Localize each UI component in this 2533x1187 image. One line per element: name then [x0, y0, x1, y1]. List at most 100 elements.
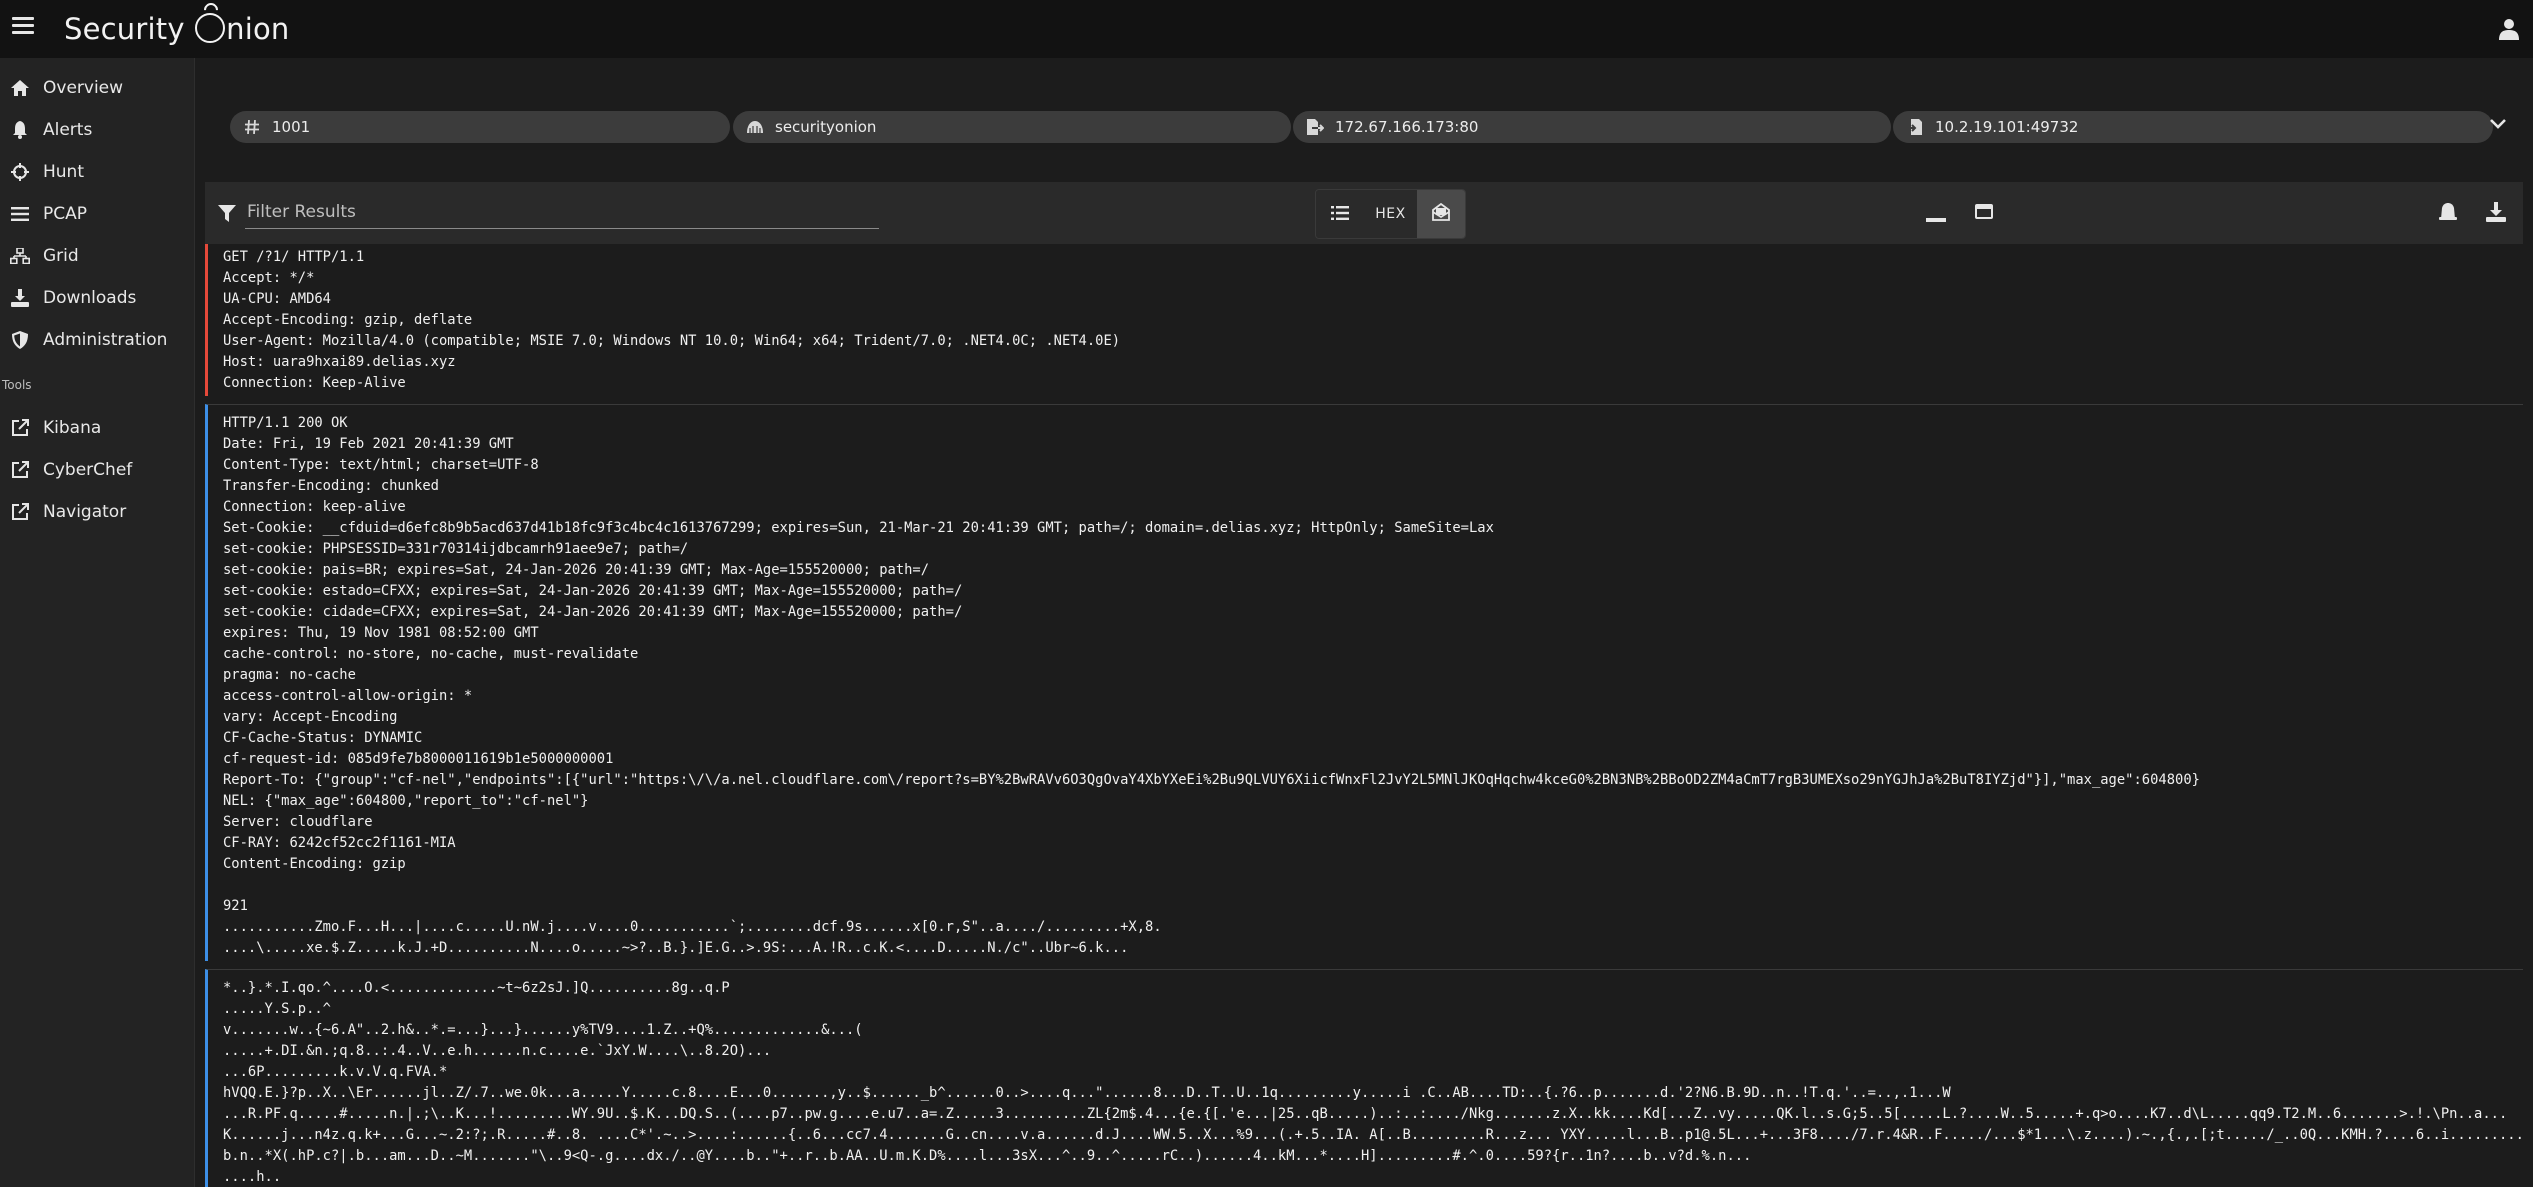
sidebar-item-label: Navigator [43, 502, 127, 522]
hex-view-button[interactable]: HEX [1364, 190, 1417, 238]
transcript-line: Report-To: {"group":"cf-nel","endpoints"… [223, 772, 2200, 788]
crosshairs-icon [9, 161, 31, 183]
sidebar-item-grid[interactable]: Grid [0, 235, 194, 277]
transcript-line: Content-Encoding: gzip [223, 856, 406, 872]
transcript-line: 921 [223, 898, 248, 914]
transcript-line: *..}.*.I.qo.^....O.<.............~t~6z2s… [223, 980, 730, 996]
transcript-line: ...R.PF.q.....#.....n.|.;\..K...!.......… [223, 1106, 2508, 1122]
transcript-line: UA-CPU: AMD64 [223, 291, 331, 307]
transcript-line: K......j...n4z.q.k+...G...~.2:?;.R.....#… [223, 1127, 2523, 1143]
tools-section-label: Tools [2, 378, 32, 392]
sitemap-icon [9, 245, 31, 267]
response-block: HTTP/1.1 200 OK Date: Fri, 19 Feb 2021 20… [205, 404, 2523, 961]
sensor-icon [745, 117, 765, 137]
sidebar-item-administration[interactable]: Administration [0, 319, 194, 361]
sidebar-item-label: Kibana [43, 418, 102, 438]
sidebar-item-label: Administration [43, 330, 168, 350]
pcap-toolbar: HEX [205, 182, 2523, 244]
transcript-line: HTTP/1.1 200 OK [223, 415, 348, 431]
transcript-line: ...6P.........k.v.V.q.FVA.* [223, 1064, 448, 1080]
transcript-line: Accept-Encoding: gzip, deflate [223, 312, 473, 328]
transcript-line: v.......w..{~6.A"..2.h&..*.=...}...}....… [223, 1022, 863, 1038]
transcript-line: b.n..*X(.hP.c?|.b...am...D..~M......."\.… [223, 1148, 1752, 1164]
transcript-line: .....+.DI.&n.;q.8..:.4..V..e.h......n.c.… [223, 1043, 772, 1059]
chip-value: 10.2.19.101:49732 [1935, 118, 2079, 136]
sidebar-item-label: Overview [43, 78, 124, 98]
download-icon[interactable] [2485, 201, 2507, 223]
request-block: GET /?1/ HTTP/1.1 Accept: */* UA-CPU: AMD6… [205, 244, 2523, 396]
transcript-line: ....\.....xe.$.Z.....k.J.+D..........N..… [223, 940, 1129, 956]
session-id-chip[interactable]: 1001 [230, 111, 730, 143]
sidebar-item-navigator[interactable]: Navigator [0, 491, 194, 533]
chip-value: securityonion [775, 118, 877, 136]
transcript-line: set-cookie: pais=BR; expires=Sat, 24-Jan… [223, 562, 930, 578]
transcript-line: Set-Cookie: __cfduid=d6efc8b9b5acd637d41… [223, 520, 1494, 536]
transcript-line: vary: Accept-Encoding [223, 709, 398, 725]
transcript-line: set-cookie: PHPSESSID=331r70314ijdbcamrh… [223, 541, 689, 557]
sidebar-item-downloads[interactable]: Downloads [0, 277, 194, 319]
chip-value: 172.67.166.173:80 [1335, 118, 1479, 136]
brand-text-security: Security [64, 12, 185, 46]
brand-logo: Security nion [64, 12, 289, 46]
home-icon [9, 77, 31, 99]
transcript-line: CF-RAY: 6242cf52cc2f1161-MIA [223, 835, 456, 851]
transcript-line [223, 875, 2523, 896]
file-import-icon [1905, 117, 1925, 137]
chevron-down-icon[interactable] [2488, 114, 2512, 138]
sidebar-item-label: Alerts [43, 120, 93, 140]
sidebar-item-label: Hunt [43, 162, 84, 182]
list-view-button[interactable] [1316, 190, 1364, 238]
sidebar-item-kibana[interactable]: Kibana [0, 407, 194, 449]
transcript-line: cf-request-id: 085d9fe7b8000011619b1e500… [223, 751, 614, 767]
transcript-line: access-control-allow-origin: * [223, 688, 473, 704]
transcript-line: ...........Zmo.F...H...|....c.....U.nW.j… [223, 919, 1162, 935]
transcript-line: Connection: keep-alive [223, 499, 406, 515]
top-app-bar: Security nion [0, 0, 2533, 58]
filter-results-input[interactable] [245, 196, 879, 229]
main-content: 1001 securityonion 172.67.166.173:80 10.… [195, 58, 2533, 1187]
sidebar-item-hunt[interactable]: Hunt [0, 151, 194, 193]
transcript-line: .....Y.S.p..^ [223, 1001, 331, 1017]
file-export-icon [1305, 117, 1325, 137]
external-link-icon [9, 417, 31, 439]
collapse-icon[interactable] [1925, 203, 1947, 225]
transcript-line: set-cookie: cidade=CFXX; expires=Sat, 24… [223, 604, 963, 620]
sidebar-item-pcap[interactable]: PCAP [0, 193, 194, 235]
destination-address-chip[interactable]: 10.2.19.101:49732 [1893, 111, 2493, 143]
source-address-chip[interactable]: 172.67.166.173:80 [1293, 111, 1891, 143]
window-icon[interactable] [1973, 201, 1995, 223]
transcript-line: Date: Fri, 19 Feb 2021 20:41:39 GMT [223, 436, 514, 452]
transcript-line: cache-control: no-store, no-cache, must-… [223, 646, 639, 662]
transcript-line: Host: uara9hxai89.delias.xyz [223, 354, 456, 370]
hat-icon[interactable] [2437, 201, 2459, 223]
external-link-icon [9, 501, 31, 523]
sidebar-item-label: CyberChef [43, 460, 133, 480]
onion-icon [195, 13, 226, 43]
transcript-line: pragma: no-cache [223, 667, 356, 683]
transcript-view-button[interactable] [1417, 190, 1465, 238]
transcript-icon [1432, 202, 1450, 225]
view-mode-toggle: HEX [1315, 189, 1466, 239]
bell-icon [9, 119, 31, 141]
sidebar-item-alerts[interactable]: Alerts [0, 109, 194, 151]
sidebar-item-overview[interactable]: Overview [0, 67, 194, 109]
transcript-line: CF-Cache-Status: DYNAMIC [223, 730, 423, 746]
sidebar: Overview Alerts Hunt PCAP Grid Downloads [0, 58, 195, 1187]
transcript-line: Server: cloudflare [223, 814, 373, 830]
brand-text-onion: nion [226, 12, 290, 46]
transcript-line: GET /?1/ HTTP/1.1 [223, 249, 365, 265]
sidebar-item-cyberchef[interactable]: CyberChef [0, 449, 194, 491]
hash-icon [242, 117, 262, 137]
transcript-line: expires: Thu, 19 Nov 1981 08:52:00 GMT [223, 625, 539, 641]
chip-value: 1001 [272, 118, 311, 136]
transcript-line: hVQQ.E.}?p..X..\Er......jl..Z/.7..we.0k.… [223, 1085, 1951, 1101]
user-icon[interactable] [2499, 18, 2519, 40]
transcript-line: Accept: */* [223, 270, 315, 286]
transcript-line: Content-Type: text/html; charset=UTF-8 [223, 457, 539, 473]
transcript-line: ....h.. [223, 1169, 282, 1185]
list-icon [9, 203, 31, 225]
sensor-chip[interactable]: securityonion [733, 111, 1291, 143]
sidebar-item-label: PCAP [43, 204, 88, 224]
hamburger-icon[interactable] [12, 17, 34, 41]
sidebar-item-label: Grid [43, 246, 79, 266]
